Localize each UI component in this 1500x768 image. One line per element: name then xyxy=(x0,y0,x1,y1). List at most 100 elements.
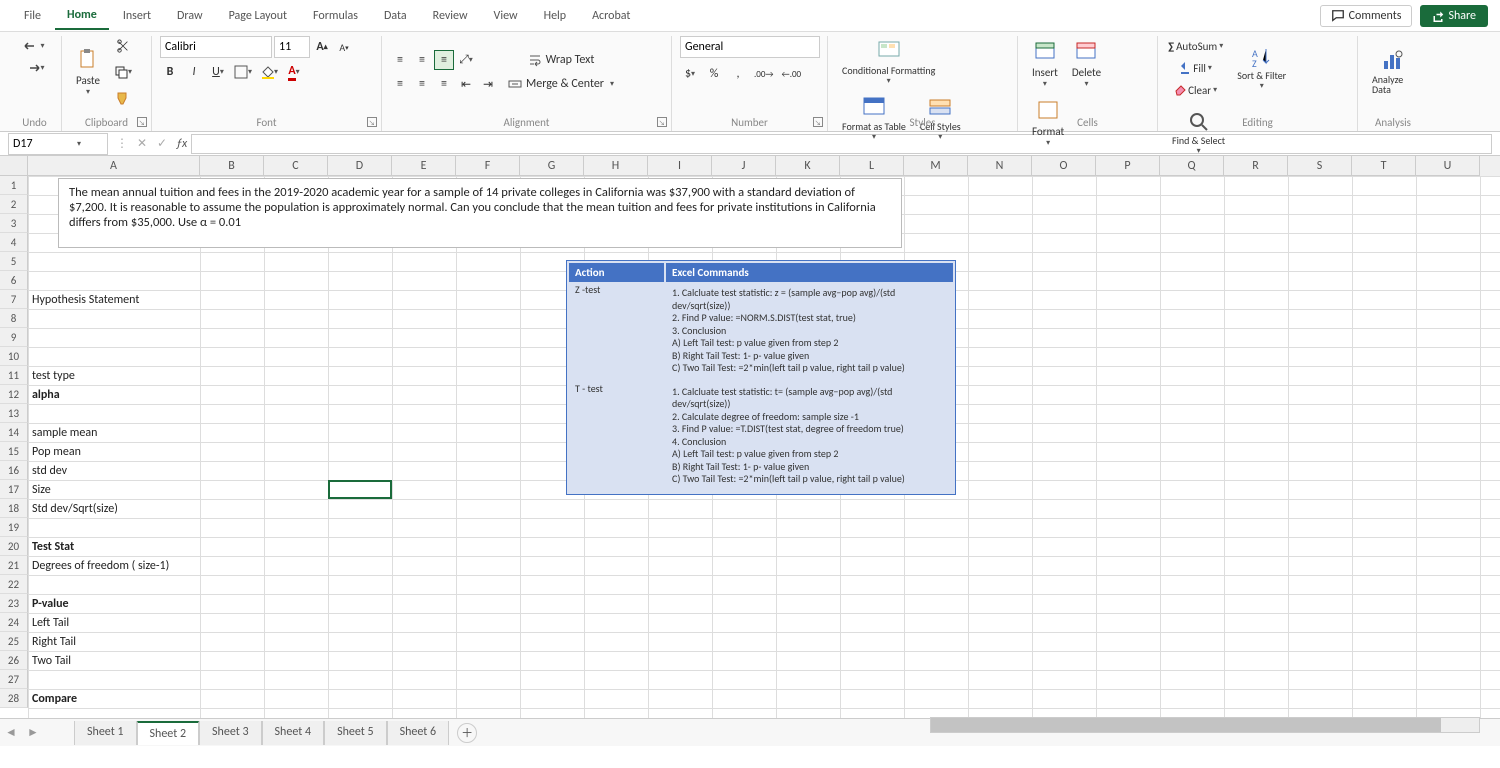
fill-color-button[interactable]: ▾ xyxy=(258,62,280,82)
col-header-P[interactable]: P xyxy=(1096,156,1160,176)
col-header-J[interactable]: J xyxy=(712,156,776,176)
fx-icon[interactable]: ƒx xyxy=(176,137,187,151)
sheet-tab-sheet-4[interactable]: Sheet 4 xyxy=(262,721,325,745)
percent-button[interactable]: % xyxy=(704,64,724,84)
col-header-N[interactable]: N xyxy=(968,156,1032,176)
row-header-1[interactable]: 1 xyxy=(0,176,28,195)
redo-button[interactable]: ▾ xyxy=(22,58,46,78)
autosum-button[interactable]: ∑AutoSum▾ xyxy=(1166,36,1225,56)
scroll-thumb[interactable] xyxy=(931,718,1441,732)
conditional-formatting-button[interactable]: Conditional Formatting▾ xyxy=(836,36,941,90)
share-button[interactable]: Share xyxy=(1420,5,1488,27)
tab-page-layout[interactable]: Page Layout xyxy=(217,3,299,29)
select-all-corner[interactable] xyxy=(0,156,28,176)
row-header-24[interactable]: 24 xyxy=(0,613,28,632)
row-header-5[interactable]: 5 xyxy=(0,252,28,271)
row-header-9[interactable]: 9 xyxy=(0,328,28,347)
row-header-22[interactable]: 22 xyxy=(0,575,28,594)
row-header-13[interactable]: 13 xyxy=(0,404,28,423)
sheet-tab-sheet-2[interactable]: Sheet 2 xyxy=(137,721,200,745)
col-header-S[interactable]: S xyxy=(1288,156,1352,176)
col-header-Q[interactable]: Q xyxy=(1160,156,1224,176)
number-format-select[interactable] xyxy=(680,36,820,58)
col-header-F[interactable]: F xyxy=(456,156,520,176)
row-header-18[interactable]: 18 xyxy=(0,499,28,518)
cut-button[interactable] xyxy=(112,36,134,56)
row-header-27[interactable]: 27 xyxy=(0,670,28,689)
row-header-15[interactable]: 15 xyxy=(0,442,28,461)
tab-home[interactable]: Home xyxy=(55,2,109,30)
tab-help[interactable]: Help xyxy=(532,3,579,29)
row-header-10[interactable]: 10 xyxy=(0,347,28,366)
cell-A18[interactable]: Std dev/Sqrt(size) xyxy=(28,499,122,518)
wrap-text-button[interactable]: Wrap Text xyxy=(506,50,616,70)
tab-view[interactable]: View xyxy=(482,3,530,29)
row-header-8[interactable]: 8 xyxy=(0,309,28,328)
accounting-button[interactable]: $▾ xyxy=(680,64,700,84)
align-bottom-button[interactable]: ≡ xyxy=(434,50,454,70)
cell-A24[interactable]: Left Tail xyxy=(28,613,73,632)
number-dialog-launcher[interactable]: ↘ xyxy=(813,117,823,127)
enter-button[interactable]: ✓ xyxy=(153,135,171,153)
comma-button[interactable]: , xyxy=(728,64,748,84)
comments-button[interactable]: Comments xyxy=(1320,5,1413,27)
align-center-button[interactable]: ≡ xyxy=(412,74,432,94)
font-name-input[interactable] xyxy=(160,36,272,58)
row-header-6[interactable]: 6 xyxy=(0,271,28,290)
sheet-nav-next[interactable]: ► xyxy=(24,724,42,742)
cell-A28[interactable]: Compare xyxy=(28,689,81,708)
problem-text-box[interactable]: The mean annual tuition and fees in the … xyxy=(58,178,902,248)
col-header-B[interactable]: B xyxy=(200,156,264,176)
cell-A16[interactable]: std dev xyxy=(28,461,71,480)
tab-data[interactable]: Data xyxy=(372,3,419,29)
row-header-25[interactable]: 25 xyxy=(0,632,28,651)
increase-font-button[interactable]: A▴ xyxy=(312,37,332,57)
sheet-tab-sheet-3[interactable]: Sheet 3 xyxy=(199,721,262,745)
tab-file[interactable]: File xyxy=(12,3,53,29)
increase-decimal-button[interactable]: .00→ xyxy=(752,64,776,84)
tab-formulas[interactable]: Formulas xyxy=(301,3,370,29)
row-header-28[interactable]: 28 xyxy=(0,689,28,708)
cell-A25[interactable]: Right Tail xyxy=(28,632,80,651)
insert-function-side[interactable]: ⋮ xyxy=(113,135,131,153)
align-middle-button[interactable]: ≡ xyxy=(412,50,432,70)
underline-button[interactable]: U▾ xyxy=(208,62,228,82)
undo-button[interactable]: ▾ xyxy=(22,36,46,56)
tab-acrobat[interactable]: Acrobat xyxy=(580,3,642,29)
col-header-C[interactable]: C xyxy=(264,156,328,176)
border-button[interactable]: ▾ xyxy=(232,62,254,82)
row-header-3[interactable]: 3 xyxy=(0,214,28,233)
row-header-2[interactable]: 2 xyxy=(0,195,28,214)
col-header-I[interactable]: I xyxy=(648,156,712,176)
clear-button[interactable]: Clear▾ xyxy=(1166,80,1225,100)
format-painter-button[interactable] xyxy=(112,88,134,108)
cell-A17[interactable]: Size xyxy=(28,480,55,499)
col-header-U[interactable]: U xyxy=(1416,156,1480,176)
row-header-26[interactable]: 26 xyxy=(0,651,28,670)
row-header-21[interactable]: 21 xyxy=(0,556,28,575)
row-header-16[interactable]: 16 xyxy=(0,461,28,480)
cell-A21[interactable]: Degrees of freedom ( size-1) xyxy=(28,556,173,575)
cell-A15[interactable]: Pop mean xyxy=(28,442,85,461)
sheet-nav-prev[interactable]: ◄ xyxy=(2,724,20,742)
row-header-4[interactable]: 4 xyxy=(0,233,28,252)
row-header-14[interactable]: 14 xyxy=(0,423,28,442)
alignment-dialog-launcher[interactable]: ↘ xyxy=(657,117,667,127)
row-header-17[interactable]: 17 xyxy=(0,480,28,499)
col-header-T[interactable]: T xyxy=(1352,156,1416,176)
decrease-font-button[interactable]: A▾ xyxy=(334,37,354,57)
col-header-D[interactable]: D xyxy=(328,156,392,176)
clipboard-dialog-launcher[interactable]: ↘ xyxy=(137,117,147,127)
tab-review[interactable]: Review xyxy=(421,3,480,29)
delete-cells-button[interactable]: Delete▾ xyxy=(1066,36,1107,93)
col-header-L[interactable]: L xyxy=(840,156,904,176)
sheet-tab-sheet-6[interactable]: Sheet 6 xyxy=(387,721,450,745)
bold-button[interactable]: B xyxy=(160,62,180,82)
cell-A11[interactable]: test type xyxy=(28,366,79,385)
col-header-G[interactable]: G xyxy=(520,156,584,176)
row-header-20[interactable]: 20 xyxy=(0,537,28,556)
sort-filter-button[interactable]: AZSort & Filter▾ xyxy=(1231,41,1292,95)
analyze-data-button[interactable]: Analyze Data xyxy=(1366,45,1420,99)
align-right-button[interactable]: ≡ xyxy=(434,74,454,94)
col-header-O[interactable]: O xyxy=(1032,156,1096,176)
